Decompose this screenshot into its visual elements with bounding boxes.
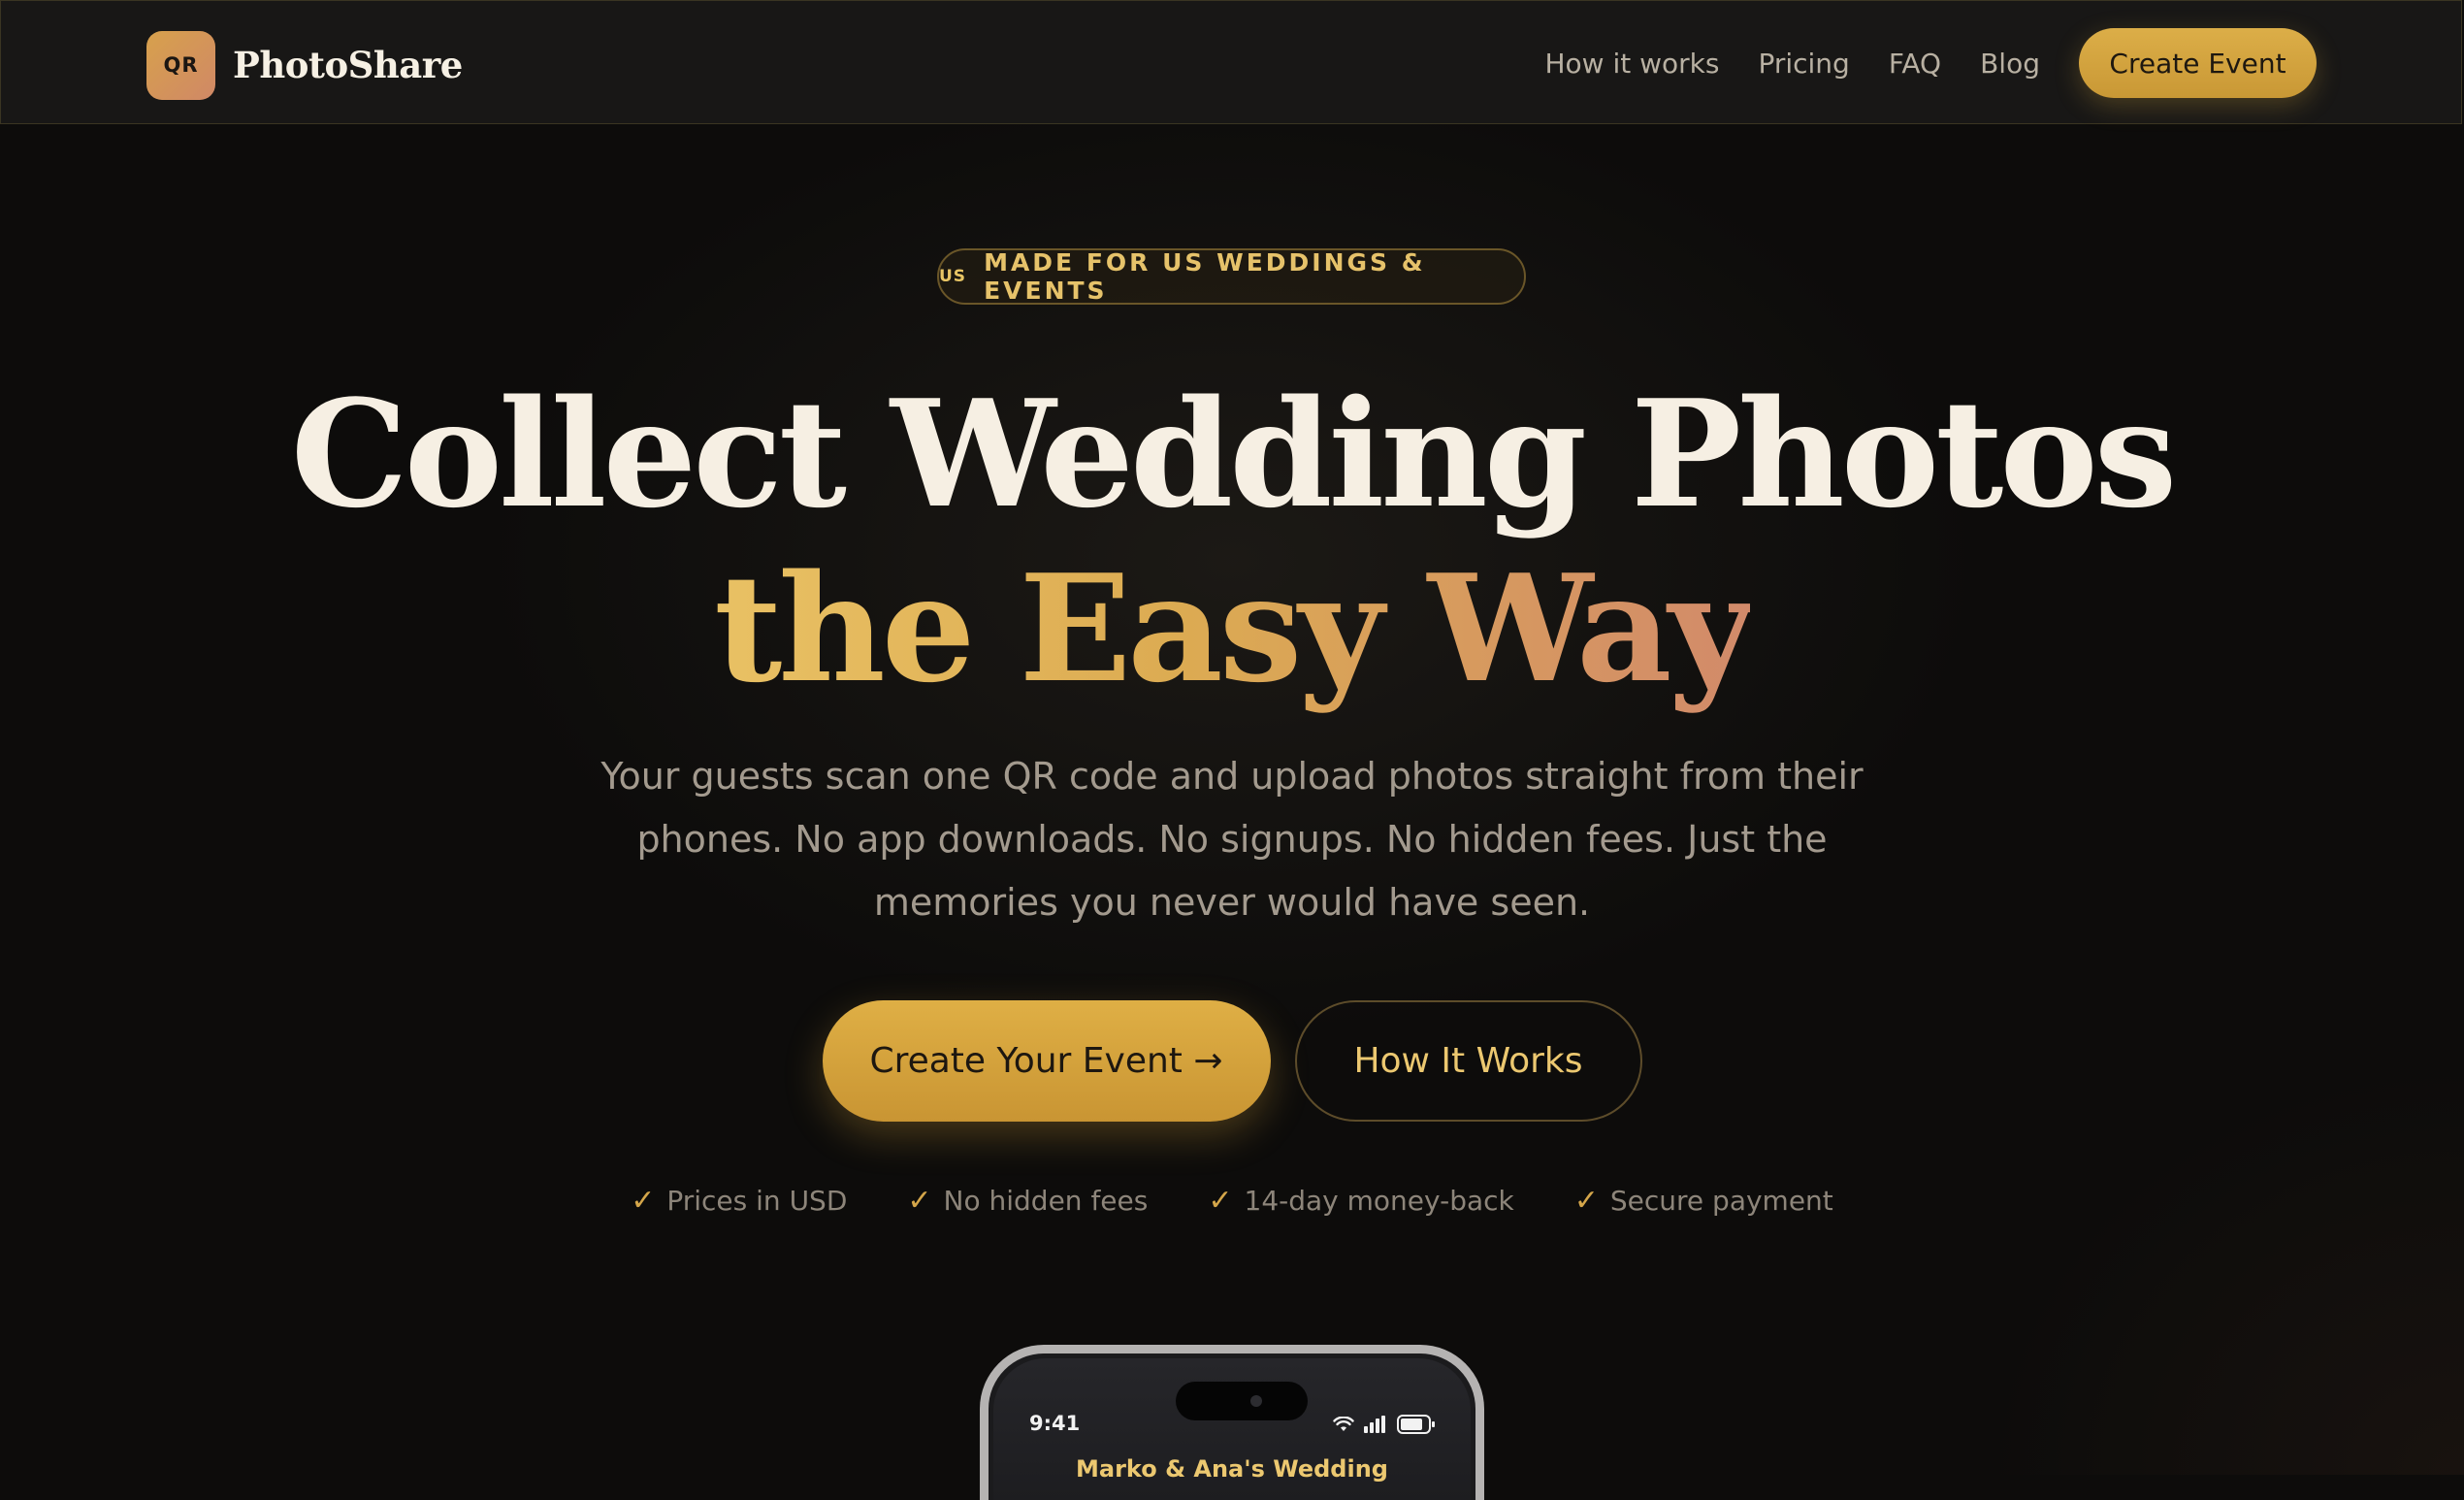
- trust-item: ✓ Prices in USD: [631, 1179, 847, 1222]
- hero-badge-text: MADE FOR US WEDDINGS & EVENTS: [984, 248, 1426, 305]
- how-it-works-button[interactable]: How It Works: [1294, 1000, 1642, 1122]
- nav-link-faq[interactable]: FAQ: [1889, 48, 1941, 80]
- background-glow: [0, 0, 2464, 1475]
- hero-subtitle: Your guests scan one QR code and upload …: [600, 755, 1864, 924]
- create-event-button[interactable]: Create Event: [2079, 28, 2317, 98]
- qr-logo-icon: QR: [146, 30, 215, 100]
- nav-link-blog[interactable]: Blog: [1980, 48, 2040, 80]
- logo-text: PhotoShare: [233, 44, 463, 86]
- signal-icon: [1364, 1416, 1385, 1433]
- trust-label: No hidden fees: [943, 1184, 1149, 1217]
- phone-event-title: Marko & Ana's Wedding: [1076, 1455, 1388, 1483]
- hero-badge: US MADE FOR US WEDDINGS & EVENTS: [937, 248, 1526, 305]
- status-bar-icons: [1333, 1415, 1436, 1434]
- phone-screen: 9:41 Marko & Ana's Wedding: [993, 1358, 1471, 1500]
- trust-item: ✓ No hidden fees: [907, 1179, 1148, 1222]
- phone-mockup: 9:41 Marko & Ana's Wedding: [980, 1345, 1484, 1500]
- create-your-event-button[interactable]: Create Your Event →: [822, 1000, 1271, 1122]
- headline-line-2: the Easy Way: [0, 541, 2464, 716]
- dynamic-island: [1176, 1382, 1308, 1420]
- nav-links: How it works Pricing FAQ Blog Create Eve…: [1544, 1, 2461, 125]
- check-icon: ✓: [631, 1183, 656, 1218]
- us-flag-icon: US: [939, 267, 967, 286]
- phone-time: 9:41: [1029, 1412, 1081, 1435]
- check-icon: ✓: [1573, 1183, 1599, 1218]
- battery-icon: [1397, 1415, 1435, 1434]
- trust-item: ✓ Secure payment: [1574, 1179, 1833, 1222]
- trust-badges: ✓ Prices in USD ✓ No hidden fees ✓ 14-da…: [0, 1179, 2464, 1222]
- check-icon: ✓: [907, 1183, 932, 1218]
- wifi-icon: [1333, 1417, 1354, 1431]
- top-navigation: QR PhotoShare How it works Pricing FAQ B…: [0, 0, 2462, 124]
- logo[interactable]: QR PhotoShare: [146, 30, 463, 100]
- hero-cta-row: Create Your Event → How It Works: [0, 1000, 2464, 1122]
- nav-link-how-it-works[interactable]: How it works: [1544, 48, 1719, 80]
- trust-label: Secure payment: [1609, 1184, 1833, 1217]
- camera-icon: [1250, 1395, 1262, 1407]
- headline-line-1: Collect Wedding Photos: [290, 367, 2178, 540]
- nav-link-pricing[interactable]: Pricing: [1758, 48, 1849, 80]
- trust-label: Prices in USD: [666, 1184, 848, 1217]
- headline-accent: the Easy Way: [714, 541, 1754, 715]
- check-icon: ✓: [1208, 1183, 1233, 1218]
- trust-item: ✓ 14-day money-back: [1208, 1179, 1513, 1222]
- trust-label: 14-day money-back: [1244, 1184, 1514, 1217]
